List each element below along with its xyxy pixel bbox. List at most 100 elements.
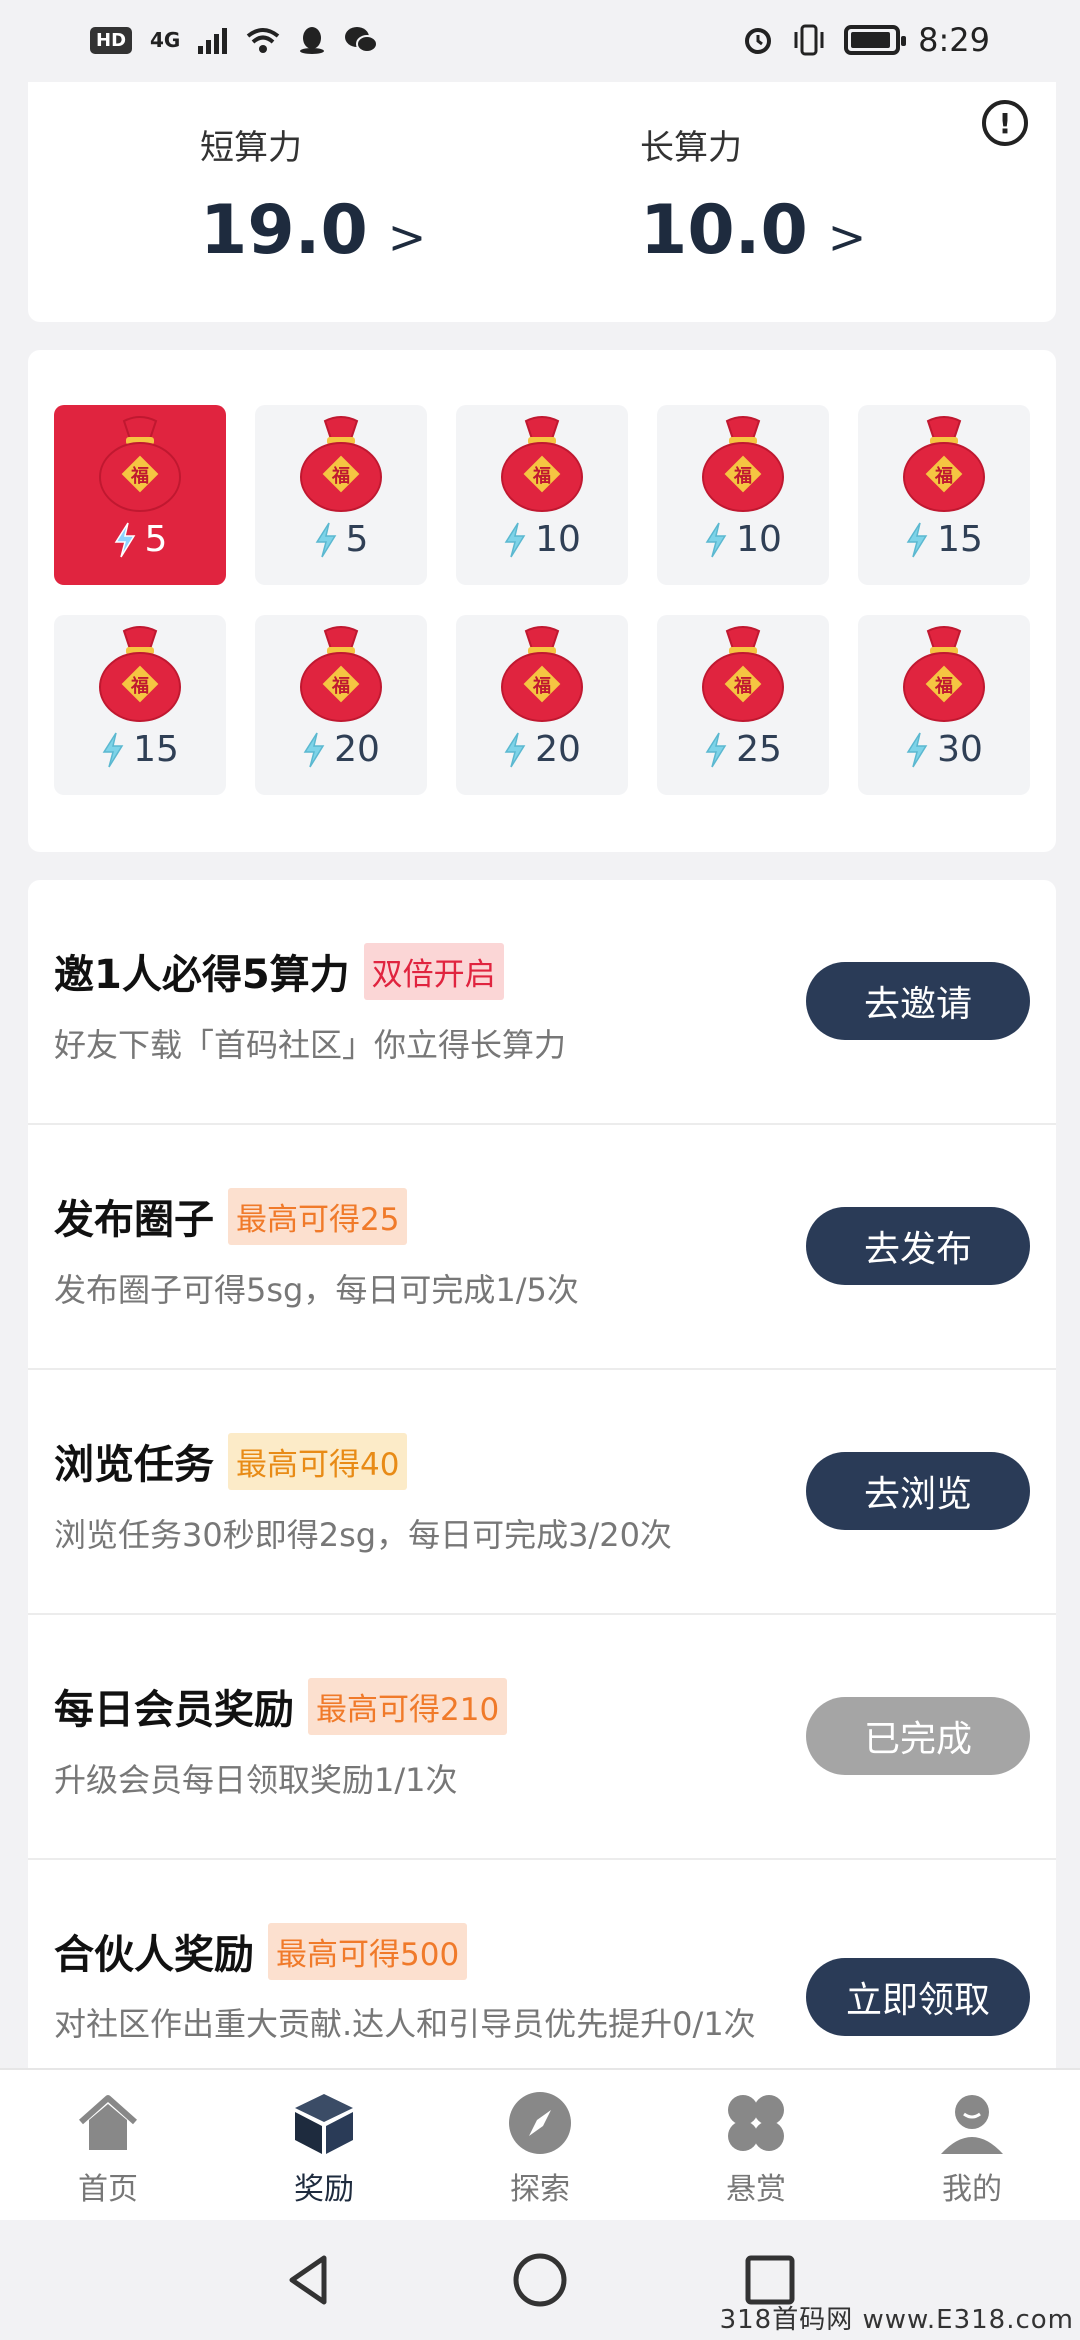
completed-button[interactable]: 已完成 — [806, 1697, 1030, 1775]
task-title-row: 合伙人奖励 最高可得500 — [54, 1922, 468, 1980]
task-tag: 双倍开启 — [363, 942, 504, 1000]
tab-mine[interactable]: 我的 — [897, 2090, 1047, 2208]
lightning-icon — [906, 522, 928, 557]
short-compute-label: 短算力 — [200, 128, 302, 168]
battery-icon — [844, 25, 907, 55]
red-packet-item[interactable]: 福 30 — [858, 615, 1030, 795]
lightning-icon — [504, 732, 526, 767]
bag-glyph: 福 — [733, 675, 752, 697]
alarm-icon — [745, 28, 772, 54]
lucky-bag-icon: 福 — [300, 416, 382, 512]
tab-reward[interactable]: 奖励 — [249, 2090, 399, 2208]
tab-label: 首页 — [78, 2172, 138, 2207]
status-bar: HD 4G 8:29 — [0, 0, 1080, 80]
post-button[interactable]: 去发布 — [806, 1207, 1030, 1285]
tab-explore[interactable]: 探索 — [465, 2090, 615, 2208]
watermark: 318首码网 www.E318.com — [719, 2305, 1074, 2335]
lightning-icon — [504, 522, 526, 557]
red-packet-item[interactable]: 福 5 — [255, 405, 427, 585]
packet-amount-row: 25 — [704, 729, 782, 770]
packet-amount-row: 5 — [113, 519, 168, 560]
task-tag: 最高可得25 — [228, 1187, 408, 1245]
task-invite: 邀1人必得5算力 双倍开启 好友下载「首码社区」你立得长算力 去邀请 — [28, 880, 1056, 1125]
bag-glyph: 福 — [934, 465, 953, 487]
task-title-row: 邀1人必得5算力 双倍开启 — [54, 942, 504, 1000]
packet-amount: 20 — [334, 729, 380, 770]
short-compute-value-row: 19.0 > — [200, 191, 426, 270]
tab-bounty[interactable]: 悬赏 — [681, 2090, 831, 2208]
network-type: 4G — [150, 28, 181, 52]
home-circle-icon[interactable] — [510, 2250, 570, 2310]
packet-amount: 5 — [144, 519, 168, 560]
task-partner: 合伙人奖励 最高可得500 对社区作出重大贡献.达人和引导员优先提升0/1次 立… — [28, 1860, 1056, 2080]
lightning-icon — [705, 522, 727, 557]
task-description: 好友下载「首码社区」你立得长算力 — [54, 1026, 567, 1064]
lucky-bag-icon: 福 — [903, 626, 985, 722]
long-compute-value: 10.0 — [640, 191, 808, 270]
packet-amount-row: 15 — [101, 729, 179, 770]
packet-amount-row: 15 — [905, 519, 983, 560]
clock: 8:29 — [918, 21, 990, 59]
red-packet-item[interactable]: 福 5 — [54, 405, 226, 585]
packet-amount: 5 — [345, 519, 369, 560]
task-list: 邀1人必得5算力 双倍开启 好友下载「首码社区」你立得长算力 去邀请 发布圈子 … — [28, 880, 1056, 2080]
packet-amount: 10 — [736, 519, 782, 560]
lightning-icon — [906, 732, 928, 767]
task-title: 每日会员奖励 — [54, 1687, 294, 1733]
lucky-bag-icon: 福 — [903, 416, 985, 512]
reward-box-icon — [295, 2094, 353, 2154]
hd-badge: HD — [90, 26, 133, 54]
browse-button[interactable]: 去浏览 — [806, 1452, 1030, 1530]
packet-amount: 30 — [937, 729, 983, 770]
red-packet-item[interactable]: 福 10 — [657, 405, 829, 585]
lightning-icon — [114, 522, 135, 557]
packet-amount-row: 30 — [905, 729, 983, 770]
bag-glyph: 福 — [331, 675, 350, 697]
back-triangle-icon[interactable] — [280, 2250, 340, 2310]
invite-button[interactable]: 去邀请 — [806, 962, 1030, 1040]
bag-glyph: 福 — [733, 465, 752, 487]
red-packet-item[interactable]: 福 20 — [456, 615, 628, 795]
task-browse: 浏览任务 最高可得40 浏览任务30秒即得2sg，每日可完成3/20次 去浏览 — [28, 1370, 1056, 1615]
info-icon[interactable]: ! — [982, 100, 1028, 146]
task-title: 邀1人必得5算力 — [54, 952, 350, 998]
tab-home[interactable]: 首页 — [33, 2090, 183, 2208]
lucky-bag-icon: 福 — [501, 626, 583, 722]
long-compute-label: 长算力 — [640, 128, 742, 168]
bag-glyph: 福 — [130, 675, 149, 697]
packet-amount-row: 20 — [503, 729, 581, 770]
red-packet-item[interactable]: 福 20 — [255, 615, 427, 795]
tab-label: 探索 — [510, 2172, 570, 2207]
lucky-bag-icon: 福 — [501, 416, 583, 512]
bag-glyph: 福 — [331, 465, 350, 487]
task-title-row: 每日会员奖励 最高可得210 — [54, 1677, 508, 1735]
task-post-circle: 发布圈子 最高可得25 发布圈子可得5sg，每日可完成1/5次 去发布 — [28, 1125, 1056, 1370]
packet-amount-row: 5 — [314, 519, 369, 560]
long-compute[interactable]: 长算力 10.0 > — [640, 120, 866, 270]
chevron-right-icon: > — [387, 210, 427, 264]
claim-button[interactable]: 立即领取 — [806, 1958, 1030, 2036]
compute-power-card: 短算力 19.0 > 长算力 10.0 > ! — [28, 82, 1056, 322]
chevron-right-icon: > — [827, 210, 867, 264]
clover-icon — [728, 2095, 784, 2151]
red-packet-card: 福 5 福 5 福 10 福 10 福 15 福 15 福 20 福 20 福 … — [28, 350, 1056, 852]
lightning-icon — [705, 732, 727, 767]
qq-icon — [300, 27, 325, 54]
vibrate-icon — [794, 24, 824, 56]
short-compute-value: 19.0 — [200, 191, 368, 270]
user-icon — [941, 2095, 1003, 2154]
task-description: 发布圈子可得5sg，每日可完成1/5次 — [54, 1271, 579, 1309]
tab-label: 悬赏 — [726, 2172, 786, 2207]
red-packet-item[interactable]: 福 25 — [657, 615, 829, 795]
task-title-row: 浏览任务 最高可得40 — [54, 1432, 408, 1490]
wechat-icon — [345, 27, 379, 53]
task-daily-member: 每日会员奖励 最高可得210 升级会员每日领取奖励1/1次 已完成 — [28, 1615, 1056, 1860]
task-tag: 最高可得40 — [228, 1432, 408, 1490]
red-packet-item[interactable]: 福 10 — [456, 405, 628, 585]
compass-icon — [509, 2092, 571, 2154]
short-compute[interactable]: 短算力 19.0 > — [200, 120, 426, 270]
tab-label: 我的 — [942, 2172, 1002, 2207]
red-packet-item[interactable]: 福 15 — [54, 615, 226, 795]
packet-amount-row: 20 — [302, 729, 380, 770]
red-packet-item[interactable]: 福 15 — [858, 405, 1030, 585]
